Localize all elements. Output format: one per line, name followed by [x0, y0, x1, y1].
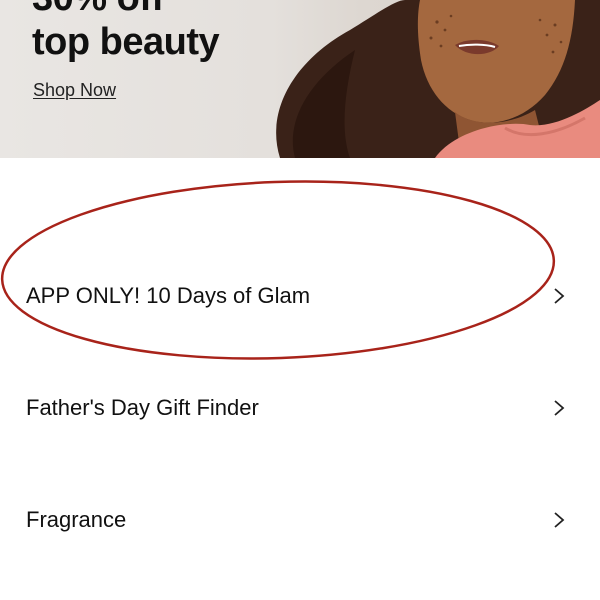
menu-item-10-days-of-glam[interactable]: APP ONLY! 10 Days of Glam	[0, 240, 600, 352]
promo-banner[interactable]: 30% off top beauty Shop Now	[0, 0, 600, 158]
menu-item-label: Father's Day Gift Finder	[26, 395, 259, 420]
promo-headline: 30% off top beauty	[32, 0, 220, 64]
menu-item-label: Fragrance	[26, 507, 127, 532]
shop-now-link[interactable]: Shop Now	[33, 80, 116, 101]
beauty-screen: 30% off top beauty Shop Now	[0, 0, 600, 600]
menu-item-label: APP ONLY! 10 Days of Glam	[26, 283, 311, 308]
chevron-right-icon	[554, 400, 565, 416]
model-photo	[276, 0, 600, 158]
promo-headline-line1: 30% off	[32, 0, 219, 20]
promo-headline-line2: top beauty	[32, 21, 220, 63]
chevron-right-icon	[554, 288, 565, 304]
menu-item-fragrance[interactable]: Fragrance	[0, 464, 600, 576]
chevron-right-icon	[554, 512, 565, 528]
menu-item-fathers-day-gift-finder[interactable]: Father's Day Gift Finder	[0, 352, 600, 464]
